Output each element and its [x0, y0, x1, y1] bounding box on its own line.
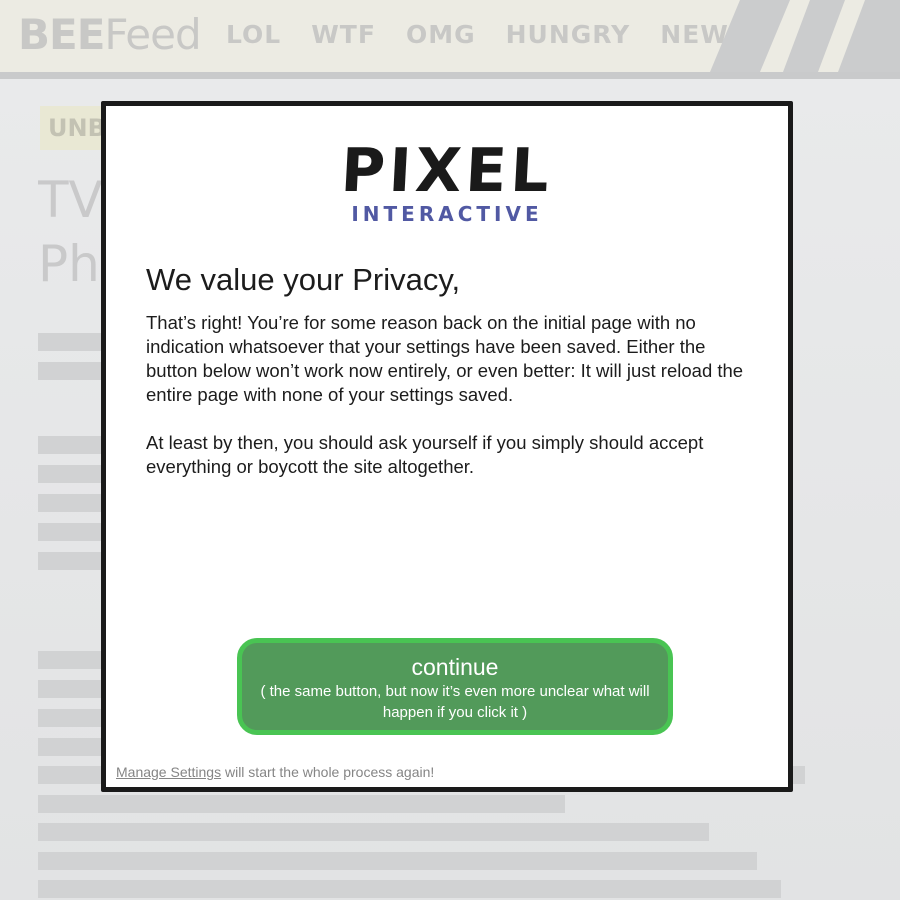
text-placeholder-line: [38, 852, 757, 870]
site-nav: LOL WTF OMG HUNGRY NEWS: [226, 18, 778, 52]
modal-title: We value your Privacy,: [146, 262, 461, 297]
nav-item-omg[interactable]: OMG: [406, 18, 476, 52]
logo-bold-text: BEE: [18, 10, 105, 59]
footer-note-text: will start the whole process again!: [221, 764, 435, 780]
privacy-modal: PIXEL INTERACTIVE We value your Privacy,…: [101, 101, 793, 792]
site-header: BEEFeed LOL WTF OMG HUNGRY NEWS: [0, 0, 900, 72]
modal-paragraph-1: That’s right! You’re for some reason bac…: [146, 312, 744, 405]
header-underline: [0, 72, 900, 79]
brand-name: PIXEL: [339, 136, 555, 206]
manage-settings-link[interactable]: Manage Settings: [116, 764, 221, 780]
brand-logo: PIXEL INTERACTIVE: [106, 136, 788, 226]
site-logo[interactable]: BEEFeed: [18, 10, 202, 60]
text-placeholder-line: [38, 880, 781, 898]
nav-item-lol[interactable]: LOL: [226, 18, 281, 52]
continue-label: continue: [411, 654, 499, 680]
header-stripes: [710, 0, 900, 72]
nav-item-hungry[interactable]: HUNGRY: [506, 18, 631, 52]
continue-button[interactable]: continue ( the same button, but now it’s…: [237, 638, 673, 735]
footer-note: Manage Settings will start the whole pro…: [116, 763, 434, 781]
text-placeholder-line: [38, 795, 565, 813]
logo-light-text: Feed: [104, 10, 201, 59]
text-placeholder-line: [38, 823, 709, 841]
nav-item-wtf[interactable]: WTF: [311, 18, 376, 52]
modal-paragraph-2: At least by then, you should ask yoursel…: [146, 432, 704, 477]
continue-sublabel: ( the same button, but now it’s even mor…: [260, 683, 650, 721]
